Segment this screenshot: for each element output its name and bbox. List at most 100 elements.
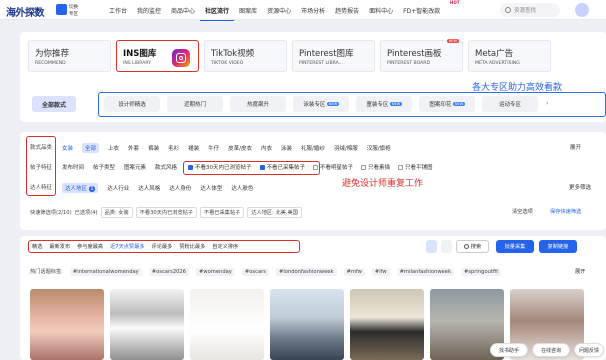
hot-tag[interactable]: #internationalwomenday [69, 268, 142, 276]
grid-view-icon[interactable] [426, 240, 437, 253]
tab-pinterest-board[interactable]: NEW Pinterest画板 PINTEREST BOARD [380, 39, 463, 72]
more-filters-button[interactable]: 更多筛选 [569, 183, 591, 191]
special-kidswear[interactable]: 童装专区 NEW [356, 96, 412, 112]
selected-label: 已选项(4) [74, 210, 98, 216]
creator-filter[interactable]: 达人体型 [200, 184, 222, 192]
post-image[interactable] [350, 289, 424, 360]
category-item[interactable]: 礼服/婚纱 [301, 144, 325, 152]
special-sports[interactable]: 运动专区 [482, 96, 538, 112]
nav-trends[interactable]: 趋势报告 [330, 6, 364, 21]
category-item[interactable]: 裙装 [188, 144, 199, 152]
hot-tag[interactable]: #oscars2026 [148, 268, 190, 276]
special-swimwear[interactable]: 泳装专区 NEW [293, 96, 349, 112]
post-filter[interactable]: 帖子类型 [93, 163, 115, 171]
clear-button[interactable]: 清空选项 [512, 208, 533, 215]
creator-region[interactable]: 达人地区 1 [62, 183, 99, 193]
hot-tag[interactable]: #mfw [343, 268, 365, 276]
nav-workbench[interactable]: 工作台 [104, 6, 132, 21]
special-recent-hot[interactable]: 近期热门 [167, 96, 223, 112]
sort-latest[interactable]: 最新发布 [49, 243, 70, 250]
tab-ins-library[interactable]: INS图库 INS LIBRARY [116, 40, 199, 72]
sort-comments[interactable]: 评论最多 [152, 243, 173, 250]
post-image[interactable] [30, 289, 104, 360]
nav-market[interactable]: 市场分析 [296, 6, 330, 21]
find-helper-button[interactable]: 找书助手 [490, 343, 528, 357]
hot-tag[interactable]: #womenday [196, 268, 235, 276]
tab-pinterest-library[interactable]: Pinterest图库 PINTEREST LIBRA... [292, 40, 375, 72]
search-icon [463, 244, 469, 249]
post-filter[interactable]: 发布时间 [62, 163, 84, 171]
brand-logo[interactable]: 海外探数 [6, 4, 45, 19]
check-flatlay-only[interactable]: 只看平铺图 [398, 163, 433, 171]
post-filter[interactable]: 图案元素 [124, 163, 146, 171]
chevron-right-icon[interactable]: › [546, 100, 548, 107]
nav-community[interactable]: 社区流行 [200, 6, 235, 21]
category-item[interactable]: 内衣 [261, 144, 272, 152]
check-hide-celebs[interactable]: 不看明星帖子 [313, 163, 353, 171]
check-hide-collected[interactable]: 不看已采集帖子 [259, 163, 305, 171]
tab-recommend[interactable]: 为你推荐 RECOMMEND [28, 40, 111, 72]
post-image[interactable] [270, 289, 344, 360]
tab-meta-ads[interactable]: Meta广告 META ADVERTISING [468, 40, 551, 72]
nav-products[interactable]: 商品中心 [166, 6, 200, 21]
online-chat-button[interactable]: 在线咨询 [532, 343, 570, 357]
category-all[interactable]: 全部 [82, 143, 100, 153]
selected-tag[interactable]: 品类: 女装 [100, 207, 133, 218]
category-item[interactable]: 外套 [128, 144, 139, 152]
category-item[interactable]: 泳装 [281, 144, 292, 152]
post-image[interactable] [110, 289, 184, 360]
creator-filter[interactable]: 达人身份 [169, 184, 191, 192]
check-sketch-only[interactable]: 只看素描 [361, 163, 390, 171]
list-view-icon[interactable] [441, 240, 452, 253]
selected-tag[interactable]: 不看30天内已浏览帖子 [135, 207, 198, 218]
selected-tag[interactable]: 达人地区: 北美,美国 [247, 207, 302, 218]
search-button[interactable]: 搜索 [456, 240, 489, 253]
sort-engagement[interactable]: 参与度最高 [77, 243, 103, 250]
category-women[interactable]: 女装 [62, 144, 73, 152]
category-item[interactable]: 汉服/旗袍 [367, 144, 391, 152]
special-prints[interactable]: 图案印花 NEW [419, 96, 475, 112]
hot-tag[interactable]: #milanfashionweek [396, 268, 454, 276]
special-designer-pick[interactable]: 设计师精选 [104, 96, 160, 112]
category-item[interactable]: 羽绒/棉服 [334, 144, 358, 152]
all-styles-button[interactable]: 全部款式 [32, 96, 76, 112]
nav-monitor[interactable]: 我的监控 [132, 6, 166, 21]
search-input[interactable]: 资源查找 [500, 3, 560, 17]
hot-tag[interactable]: #lfw [371, 268, 390, 276]
creator-filter[interactable]: 达人行业 [107, 184, 129, 192]
category-item[interactable]: 牛仔 [208, 144, 219, 152]
avatar[interactable] [575, 3, 589, 17]
bulk-collect-button[interactable]: 批量采集 [496, 240, 534, 253]
category-item[interactable]: 毛衫 [168, 144, 179, 152]
feedback-button[interactable]: 问题反馈 [574, 343, 604, 357]
nav-resources[interactable]: 资源中心 [262, 6, 296, 21]
tab-tiktok[interactable]: TikTok视频 TIKTOK VIDEO [204, 40, 287, 72]
check-hide-viewed[interactable]: 不看30天内已浏览帖子 [188, 163, 252, 171]
post-filter[interactable]: 款式风格 [155, 163, 177, 171]
category-item[interactable]: 上衣 [108, 144, 119, 152]
hot-tag[interactable]: #oscars [241, 268, 269, 276]
sort-featured[interactable]: 精选 [32, 243, 42, 250]
switch-label-2: 专区 [69, 11, 78, 17]
sort-likes-7d[interactable]: 近7天点赞最多 [110, 243, 144, 250]
creator-filter[interactable]: 达人风格 [138, 184, 160, 192]
sort-custom[interactable]: 自定义排序 [212, 243, 238, 250]
search-button-label: 搜索 [470, 244, 482, 250]
expand-button[interactable]: 展开 [570, 143, 581, 151]
nav-patterns[interactable]: 图案库 [234, 6, 262, 21]
nav-fd-plus[interactable]: FD+智能改款 [398, 6, 445, 21]
creator-filter[interactable]: 达人肤色 [231, 184, 253, 192]
hot-tag[interactable]: #springoutfit [460, 268, 502, 276]
category-item[interactable]: 皮革/皮衣 [228, 144, 252, 152]
save-quick-filter-button[interactable]: 保存快速筛选 [550, 208, 581, 215]
zone-switch[interactable]: 切换 专区 [56, 3, 104, 17]
hot-tag[interactable]: #londonfashionweek [275, 268, 337, 276]
nav-fabrics[interactable]: 面料中心 [364, 6, 398, 21]
category-item[interactable]: 裤装 [148, 144, 159, 152]
special-rising[interactable]: 热度飙升 [230, 96, 286, 112]
sort-like-fan-ratio[interactable]: 赞粉比最多 [179, 243, 205, 250]
copy-link-button[interactable]: 复制链接 [539, 240, 577, 253]
post-image[interactable] [190, 289, 264, 360]
selected-tag[interactable]: 不看已采集帖子 [200, 207, 245, 218]
tags-expand-button[interactable]: 展开 [575, 268, 585, 275]
